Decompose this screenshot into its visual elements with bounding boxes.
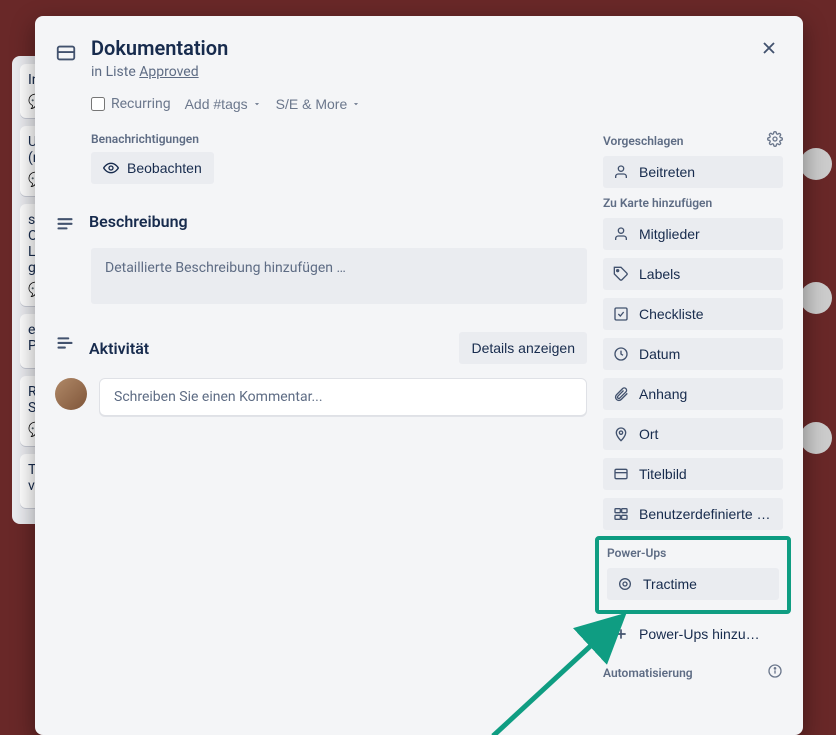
checklist-button[interactable]: Checkliste: [603, 298, 783, 330]
paperclip-icon: [613, 386, 629, 402]
attachment-button[interactable]: Anhang: [603, 378, 783, 410]
custom-fields-button[interactable]: Benutzerdefinierte …: [603, 498, 783, 530]
show-details-button[interactable]: Details anzeigen: [459, 332, 587, 364]
suggested-heading: Vorgeschlagen: [603, 134, 683, 148]
add-tags-button[interactable]: Add #tags: [185, 96, 262, 112]
comment-input[interactable]: Schreiben Sie einen Kommentar...: [99, 378, 587, 416]
se-more-button[interactable]: S/E & More: [276, 96, 362, 112]
recurring-input[interactable]: [91, 97, 105, 111]
watch-button[interactable]: Beobachten: [91, 152, 214, 184]
user-icon: [613, 164, 629, 180]
tractime-icon: [617, 576, 633, 592]
close-button[interactable]: [753, 32, 785, 64]
user-icon: [613, 226, 629, 242]
notifications-heading: Benachrichtigungen: [91, 132, 587, 146]
activity-heading: Aktivität: [89, 339, 149, 358]
date-button[interactable]: Datum: [603, 338, 783, 370]
close-icon: [759, 38, 779, 58]
chevron-down-icon: [252, 99, 262, 109]
add-powerups-button[interactable]: Power-Ups hinzu…: [603, 618, 783, 650]
activity-icon: [55, 334, 75, 358]
description-heading: Beschreibung: [89, 212, 188, 231]
avatar: [55, 378, 87, 410]
powerups-highlight: Power-Ups Tractime: [595, 536, 791, 614]
checklist-icon: [613, 306, 629, 322]
cover-icon: [613, 466, 629, 482]
tag-icon: [613, 266, 629, 282]
labels-button[interactable]: Labels: [603, 258, 783, 290]
recurring-checkbox[interactable]: Recurring: [91, 96, 171, 112]
members-button[interactable]: Mitglieder: [603, 218, 783, 250]
automation-heading: Automatisierung: [603, 666, 693, 680]
custom-fields-icon: [613, 506, 629, 522]
info-icon[interactable]: [767, 663, 783, 683]
list-link[interactable]: Approved: [139, 64, 198, 80]
join-button[interactable]: Beitreten: [603, 156, 783, 188]
location-button[interactable]: Ort: [603, 418, 783, 450]
card-modal: Dokumentation in Liste Approved Recurrin…: [35, 16, 803, 735]
cover-button[interactable]: Titelbild: [603, 458, 783, 490]
chevron-down-icon: [351, 99, 361, 109]
recurring-label: Recurring: [111, 96, 171, 112]
location-icon: [613, 426, 629, 442]
card-icon: [55, 42, 77, 68]
powerups-heading: Power-Ups: [607, 546, 779, 560]
card-list-location: in Liste Approved: [91, 64, 228, 80]
eye-icon: [103, 160, 119, 176]
card-title[interactable]: Dokumentation: [91, 36, 228, 60]
clock-icon: [613, 346, 629, 362]
gear-icon[interactable]: [767, 131, 783, 151]
add-to-card-heading: Zu Karte hinzufügen: [603, 196, 783, 210]
description-input[interactable]: Detaillierte Beschreibung hinzufügen …: [91, 248, 587, 304]
description-icon: [55, 214, 75, 238]
tractime-button[interactable]: Tractime: [607, 568, 779, 600]
plus-icon: [613, 626, 629, 642]
